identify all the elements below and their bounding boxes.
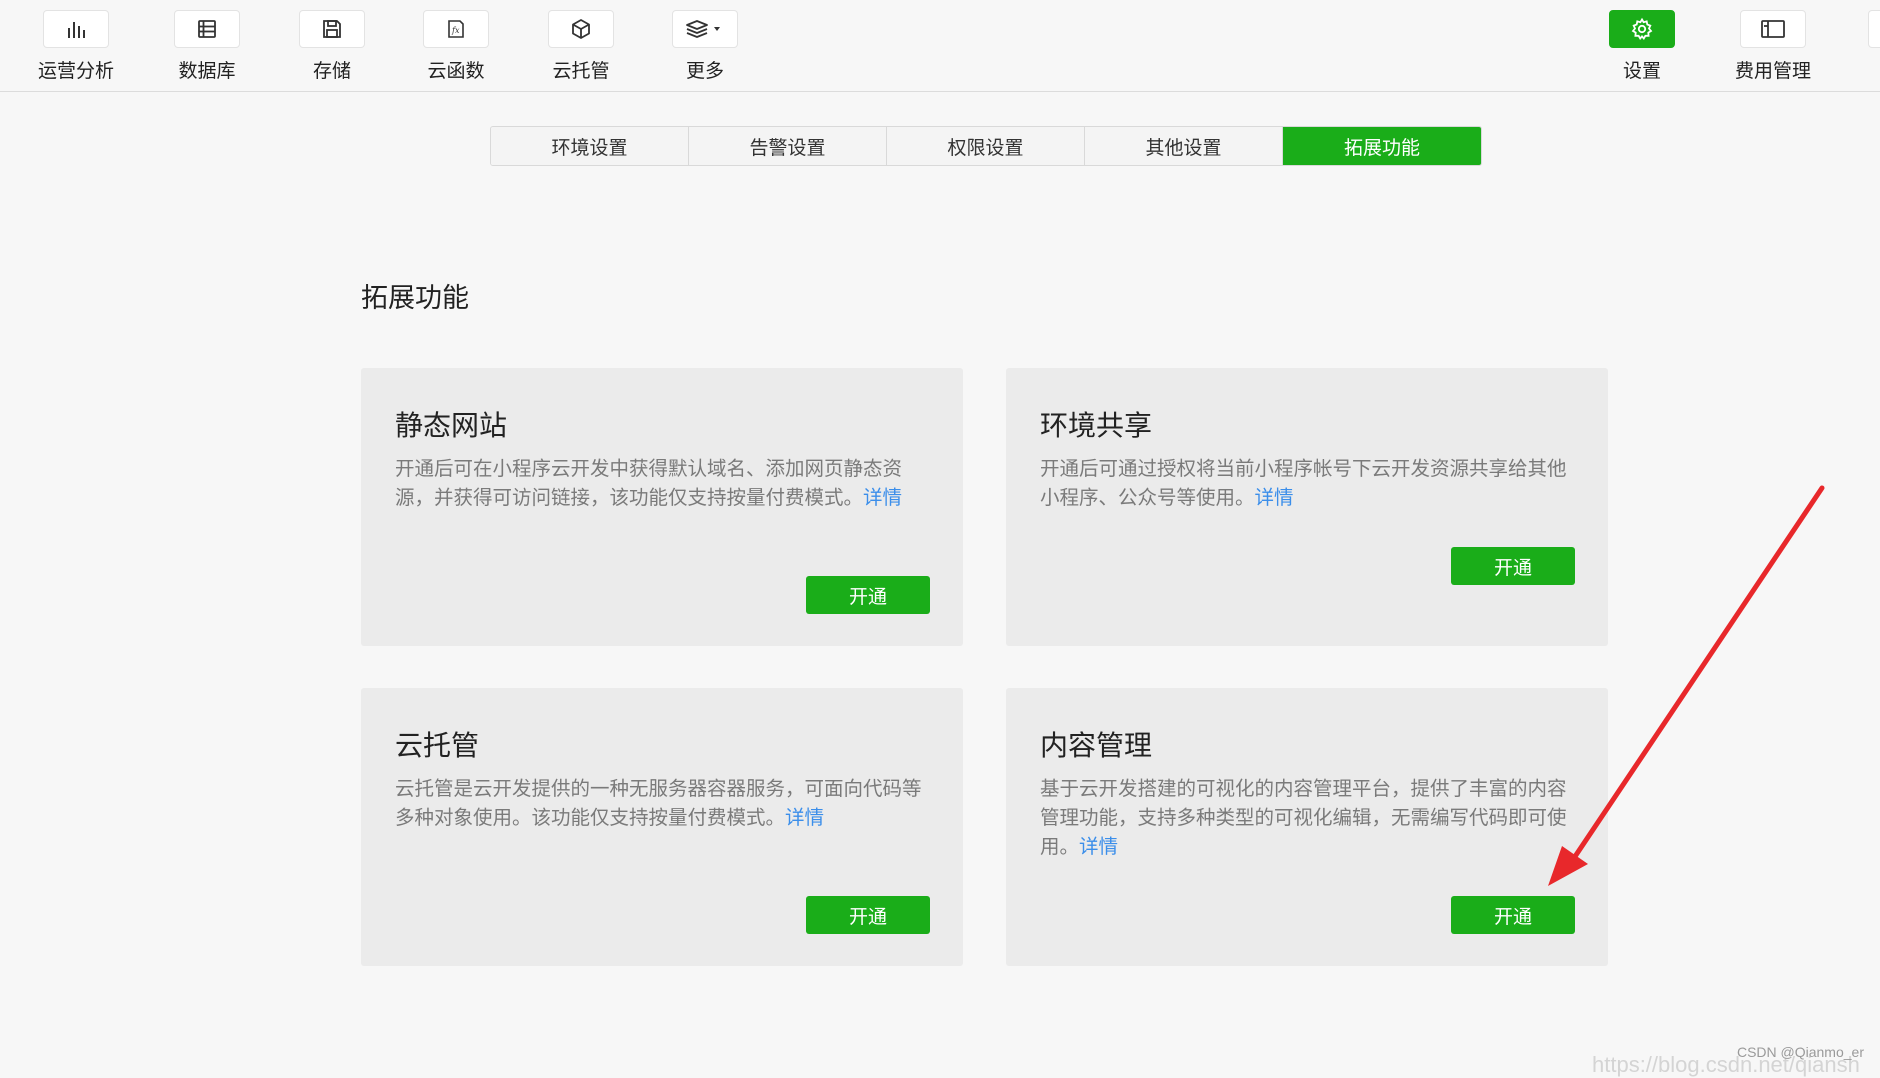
enable-button[interactable]: 开通 xyxy=(806,576,930,614)
toolbar-item-database[interactable]: 数据库 xyxy=(147,10,267,88)
card-description-text: 云托管是云开发提供的一种无服务器容器服务，可面向代码等多种对象使用。该功能仅支持… xyxy=(395,777,922,829)
toolbar-item-analytics[interactable]: 运营分析 xyxy=(16,10,136,88)
billing-icon xyxy=(1740,10,1806,48)
toolbar-label: 数据库 xyxy=(178,56,235,83)
card-description-text: 开通后可在小程序云开发中获得默认域名、添加网页静态资源，并获得可访问链接，该功能… xyxy=(395,457,902,509)
cube-icon xyxy=(548,10,614,48)
details-link[interactable]: 详情 xyxy=(785,806,824,829)
details-link[interactable]: 详情 xyxy=(1255,486,1294,509)
toolbar-item-cloud-hosting[interactable]: 云托管 xyxy=(521,10,641,88)
toolbar-label: 运营分析 xyxy=(38,56,114,83)
tab-environment-settings[interactable]: 环境设置 xyxy=(491,127,689,165)
top-toolbar: 运营分析 数据库 存储 fx 云函数 云托管 更多 设置 xyxy=(0,0,1880,92)
page-title: 拓展功能 xyxy=(361,276,469,315)
settings-tabs: 环境设置 告警设置 权限设置 其他设置 拓展功能 xyxy=(490,126,1482,166)
toolbar-label: 云函数 xyxy=(427,56,484,83)
function-icon: fx xyxy=(423,10,489,48)
details-link[interactable]: 详情 xyxy=(863,486,902,509)
card-description-text: 开通后可通过授权将当前小程序帐号下云开发资源共享给其他小程序、公众号等使用。 xyxy=(1040,457,1567,509)
toolbar-overflow-button[interactable] xyxy=(1868,10,1880,48)
layers-icon xyxy=(672,10,738,48)
card-title: 静态网站 xyxy=(395,404,507,444)
toolbar-label: 云托管 xyxy=(552,56,609,83)
toolbar-item-more[interactable]: 更多 xyxy=(645,10,765,88)
tab-other-settings[interactable]: 其他设置 xyxy=(1085,127,1283,165)
card-title: 环境共享 xyxy=(1040,404,1152,444)
enable-button[interactable]: 开通 xyxy=(1451,547,1575,585)
tab-alert-settings[interactable]: 告警设置 xyxy=(689,127,887,165)
card-title: 内容管理 xyxy=(1040,724,1152,764)
toolbar-item-billing[interactable]: 费用管理 xyxy=(1713,10,1833,88)
toolbar-item-storage[interactable]: 存储 xyxy=(272,10,392,88)
tab-extensions[interactable]: 拓展功能 xyxy=(1283,127,1481,165)
svg-text:fx: fx xyxy=(451,26,460,35)
toolbar-item-settings[interactable]: 设置 xyxy=(1582,10,1702,88)
card-description: 基于云开发搭建的可视化的内容管理平台，提供了丰富的内容管理功能，支持多种类型的可… xyxy=(1040,774,1570,861)
toolbar-label: 设置 xyxy=(1623,56,1661,83)
card-description: 开通后可在小程序云开发中获得默认域名、添加网页静态资源，并获得可访问链接，该功能… xyxy=(395,454,925,512)
feature-card-static-website: 静态网站 开通后可在小程序云开发中获得默认域名、添加网页静态资源，并获得可访问链… xyxy=(361,368,963,646)
enable-button[interactable]: 开通 xyxy=(806,896,930,934)
details-link[interactable]: 详情 xyxy=(1079,835,1118,858)
feature-card-environment-sharing: 环境共享 开通后可通过授权将当前小程序帐号下云开发资源共享给其他小程序、公众号等… xyxy=(1006,368,1608,646)
gear-icon xyxy=(1609,10,1675,48)
toolbar-item-cloud-function[interactable]: fx 云函数 xyxy=(396,10,516,88)
toolbar-label: 存储 xyxy=(313,56,351,83)
feature-card-content-management: 内容管理 基于云开发搭建的可视化的内容管理平台，提供了丰富的内容管理功能，支持多… xyxy=(1006,688,1608,966)
card-description: 云托管是云开发提供的一种无服务器容器服务，可面向代码等多种对象使用。该功能仅支持… xyxy=(395,774,925,832)
toolbar-label: 更多 xyxy=(686,56,724,83)
feature-card-cloud-hosting: 云托管 云托管是云开发提供的一种无服务器容器服务，可面向代码等多种对象使用。该功… xyxy=(361,688,963,966)
database-icon xyxy=(174,10,240,48)
tab-permission-settings[interactable]: 权限设置 xyxy=(887,127,1085,165)
save-icon xyxy=(299,10,365,48)
toolbar-label: 费用管理 xyxy=(1735,56,1811,83)
enable-button[interactable]: 开通 xyxy=(1451,896,1575,934)
card-description: 开通后可通过授权将当前小程序帐号下云开发资源共享给其他小程序、公众号等使用。详情 xyxy=(1040,454,1570,512)
card-title: 云托管 xyxy=(395,724,479,764)
bar-chart-icon xyxy=(43,10,109,48)
watermark: CSDN @Qianmo_er xyxy=(1737,1044,1864,1060)
card-description-text: 基于云开发搭建的可视化的内容管理平台，提供了丰富的内容管理功能，支持多种类型的可… xyxy=(1040,777,1567,858)
